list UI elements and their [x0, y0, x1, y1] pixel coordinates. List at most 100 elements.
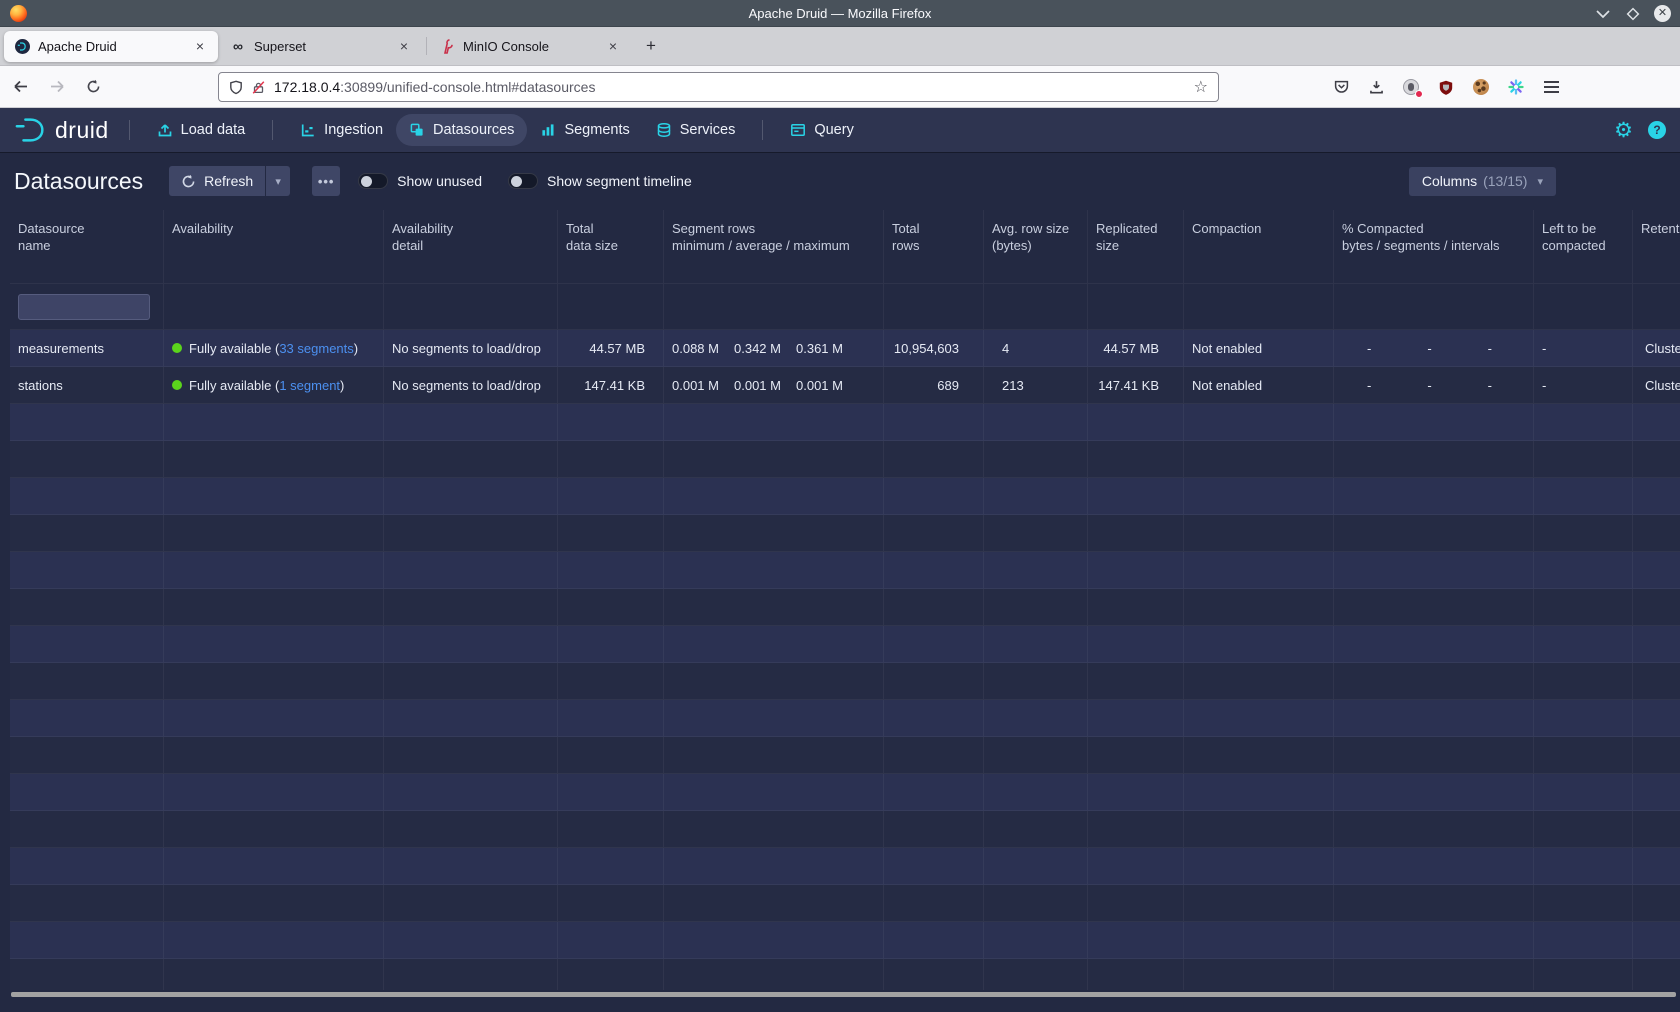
column-header-datasource[interactable]: Datasourcename	[10, 210, 164, 283]
column-header-avg-row-size[interactable]: Avg. row size(bytes)	[984, 210, 1088, 283]
table-row-empty	[10, 478, 1680, 515]
browser-toolbar: 172.18.0.4:30899/unified-console.html#da…	[0, 66, 1680, 108]
column-header-total[interactable]: Totalrows	[884, 210, 984, 283]
tab-superset[interactable]: ∞ Superset×	[220, 31, 422, 62]
tab-apache-druid[interactable]: Apache Druid×	[4, 31, 218, 62]
maximize-icon[interactable]	[1624, 5, 1641, 22]
compaction-cell: Not enabled	[1184, 367, 1334, 403]
menu-icon[interactable]	[1542, 78, 1560, 96]
reload-button[interactable]	[78, 72, 108, 102]
horizontal-scrollbar[interactable]	[11, 992, 1676, 997]
left-to-be-compacted-cell: -	[1534, 367, 1633, 403]
tab-label: Superset	[254, 39, 394, 54]
column-header-compaction[interactable]: Compaction	[1184, 210, 1334, 283]
url-bar[interactable]: 172.18.0.4:30899/unified-console.html#da…	[218, 72, 1219, 102]
show-unused-toggle[interactable]	[358, 173, 388, 189]
druid-nav-bar: druid Load data IngestionDatasourcesSegme…	[0, 108, 1680, 152]
column-header-segment-rows[interactable]: Segment rowsminimum / average / maximum	[664, 210, 884, 283]
favicon-minio-console	[439, 38, 455, 54]
table-filter-row	[10, 284, 1680, 330]
tab-label: Apache Druid	[38, 39, 190, 54]
tab-close-icon[interactable]: ×	[190, 36, 210, 56]
nav-item-datasources[interactable]: Datasources	[396, 114, 527, 146]
column-header-availability[interactable]: Availability	[164, 210, 384, 283]
table-header-row: DatasourcenameAvailabilityAvailabilityde…	[10, 210, 1680, 284]
refresh-button[interactable]: Refresh	[169, 166, 265, 196]
nav-item-services[interactable]: Services	[643, 114, 749, 146]
bookmark-star-icon[interactable]: ☆	[1194, 77, 1208, 97]
minimize-icon[interactable]	[1594, 5, 1611, 22]
segment-rows-cell: 0.088 M0.342 M0.361 M	[664, 330, 884, 366]
table-row-empty	[10, 589, 1680, 626]
avg-row-size-cell: 213	[984, 367, 1088, 403]
datasource-name-cell: measurements	[10, 330, 164, 366]
table-row-empty	[10, 959, 1680, 990]
pocket-icon[interactable]	[1332, 78, 1350, 96]
tab-minio-console[interactable]: MinIO Console×	[429, 31, 631, 62]
total-data-size-cell: 147.41 KB	[558, 367, 664, 403]
nav-item-query[interactable]: Query	[777, 114, 867, 146]
url-text: 172.18.0.4:30899/unified-console.html#da…	[274, 79, 1186, 95]
segments-link[interactable]: 33 segments	[279, 341, 353, 356]
tab-separator	[426, 37, 427, 55]
insecure-lock-icon[interactable]	[252, 81, 265, 94]
screen: Apache Druid — Mozilla Firefox ✕ Apache …	[0, 0, 1680, 1012]
tab-close-icon[interactable]: ×	[603, 36, 623, 56]
nav-divider	[762, 120, 763, 140]
nav-item-ingestion[interactable]: Ingestion	[287, 114, 396, 146]
forward-button[interactable]	[42, 72, 72, 102]
nav-item-segments[interactable]: Segments	[527, 114, 642, 146]
column-header-replicated[interactable]: Replicatedsize	[1088, 210, 1184, 283]
download-icon[interactable]	[1367, 78, 1385, 96]
datasource-name: measurements	[18, 341, 104, 356]
column-header-left-to-be[interactable]: Left to becompacted	[1534, 210, 1633, 283]
compaction-cell: Not enabled	[1184, 330, 1334, 366]
availability-cell: Fully available (1 segment)	[164, 367, 384, 403]
settings-gear-icon[interactable]: ⚙	[1614, 120, 1633, 141]
page-title: Datasources	[14, 168, 143, 195]
extension-asterisk-icon[interactable]	[1507, 78, 1525, 96]
shield-icon[interactable]	[229, 80, 243, 95]
total-data-size-cell: 44.57 MB	[558, 330, 664, 366]
cookie-icon[interactable]	[1472, 78, 1490, 96]
favicon-superset: ∞	[230, 38, 246, 54]
extension-blocked-icon[interactable]	[1402, 78, 1420, 96]
table-row-empty	[10, 848, 1680, 885]
datasource-name-filter-input[interactable]	[18, 294, 150, 320]
table-row-empty	[10, 552, 1680, 589]
availability-text: Fully available (	[189, 378, 279, 393]
table-row-empty	[10, 922, 1680, 959]
table-row-stations[interactable]: stations Fully available (1 segment)No se…	[10, 367, 1680, 404]
close-icon[interactable]: ✕	[1654, 5, 1671, 22]
tab-close-icon[interactable]: ×	[394, 36, 414, 56]
nav-item-load-data[interactable]: Load data	[144, 114, 259, 146]
more-button[interactable]: •••	[312, 166, 340, 196]
table-row-empty	[10, 737, 1680, 774]
datasource-name: stations	[18, 378, 63, 393]
window-controls: ✕	[1594, 0, 1671, 27]
show-segment-timeline-toggle[interactable]	[508, 173, 538, 189]
availability-detail-cell: No segments to load/drop	[384, 330, 558, 366]
help-icon[interactable]: ?	[1648, 121, 1666, 139]
availability-text: Fully available (	[189, 341, 279, 356]
table-row-measurements[interactable]: measurements Fully available (33 segments…	[10, 330, 1680, 367]
column-header-availability[interactable]: Availabilitydetail	[384, 210, 558, 283]
ublock-icon[interactable]	[1437, 78, 1455, 96]
druid-brand[interactable]: druid	[14, 115, 109, 145]
url-host: 172.18.0.4	[274, 79, 340, 95]
new-tab-button[interactable]: +	[637, 32, 665, 60]
table-row-empty	[10, 700, 1680, 737]
column-header-retention[interactable]: Retention	[1633, 210, 1680, 283]
availability-cell: Fully available (33 segments)	[164, 330, 384, 366]
column-header-compacted[interactable]: % Compactedbytes / segments / intervals	[1334, 210, 1534, 283]
services-icon	[656, 122, 672, 138]
table-row-empty	[10, 626, 1680, 663]
column-header-total[interactable]: Totaldata size	[558, 210, 664, 283]
ingestion-icon	[300, 122, 316, 138]
table-row-empty	[10, 515, 1680, 552]
refresh-caret-button[interactable]: ▾	[266, 166, 290, 196]
back-button[interactable]	[6, 72, 36, 102]
segments-link[interactable]: 1 segment	[279, 378, 340, 393]
columns-button[interactable]: Columns (13/15) ▾	[1409, 167, 1556, 196]
availability-detail-cell: No segments to load/drop	[384, 367, 558, 403]
